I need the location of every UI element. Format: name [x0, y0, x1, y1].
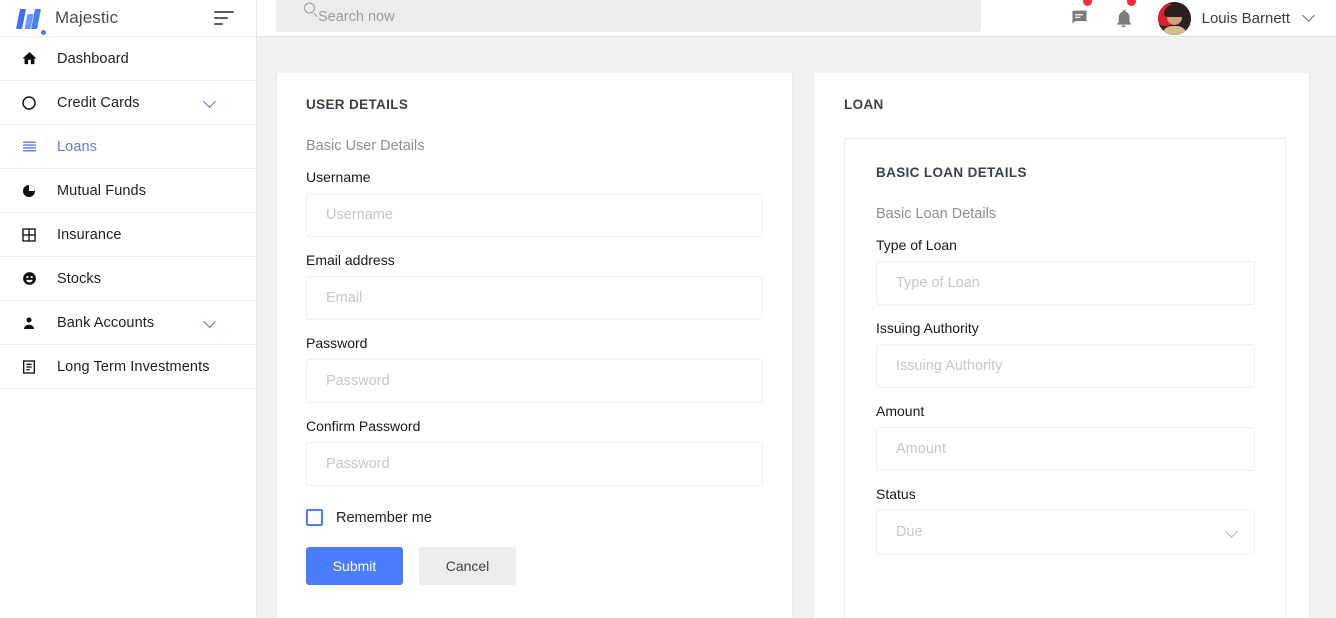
- sidebar-item-label: Bank Accounts: [57, 314, 155, 331]
- chevron-down-icon[interactable]: [203, 94, 216, 108]
- amount-input[interactable]: [876, 427, 1255, 471]
- header-actions: Louis Barnett: [1058, 0, 1315, 37]
- basic-loan-details-panel: BASIC LOAN DETAILS Basic Loan Details Ty…: [844, 138, 1286, 618]
- issuing-authority-field-group: Issuing Authority: [876, 320, 1255, 388]
- user-details-card: USER DETAILS Basic User Details Username…: [276, 73, 793, 618]
- sidebar: Majestic Dashboard Credit Cards Loans Mu…: [0, 0, 257, 618]
- search-input[interactable]: [318, 0, 925, 25]
- user-avatar: [1157, 2, 1191, 35]
- main-content: USER DETAILS Basic User Details Username…: [257, 38, 1336, 618]
- sidebar-item-label: Long Term Investments: [57, 358, 210, 375]
- username-input[interactable]: [306, 193, 763, 237]
- chevron-down-icon[interactable]: [1302, 9, 1315, 22]
- sidebar-item-label: Stocks: [57, 270, 102, 287]
- majestic-logo-icon: [16, 7, 41, 29]
- search-icon: [304, 2, 315, 14]
- circle-icon: [17, 91, 41, 115]
- sidebar-item-label: Credit Cards: [57, 94, 140, 111]
- type-of-loan-label: Type of Loan: [876, 237, 957, 253]
- sidebar-item-mutual-funds[interactable]: Mutual Funds: [0, 169, 256, 213]
- sidebar-item-label: Dashboard: [57, 50, 129, 67]
- sidebar-item-loans[interactable]: Loans: [0, 125, 256, 169]
- pie-chart-icon: [17, 179, 41, 203]
- sidebar-item-insurance[interactable]: Insurance: [0, 213, 256, 257]
- user-profile-menu[interactable]: Louis Barnett: [1157, 2, 1315, 35]
- message-badge: [1081, 0, 1093, 7]
- brand-header: Majestic: [0, 0, 256, 37]
- basic-loan-details-title: BASIC LOAN DETAILS: [876, 165, 1027, 180]
- loan-card: LOAN BASIC LOAN DETAILS Basic Loan Detai…: [813, 73, 1310, 618]
- email-field-group: Email address: [306, 252, 763, 320]
- sidebar-item-bank-accounts[interactable]: Bank Accounts: [0, 301, 256, 345]
- amount-label: Amount: [876, 403, 925, 419]
- issuing-authority-input[interactable]: [876, 344, 1255, 388]
- submit-button[interactable]: Submit: [306, 547, 403, 585]
- status-field-group: Status: [876, 486, 1255, 554]
- cancel-button[interactable]: Cancel: [419, 547, 516, 585]
- chat-message-icon[interactable]: [1058, 0, 1102, 37]
- logo-dot-icon: [41, 30, 46, 35]
- password-input[interactable]: [306, 359, 763, 403]
- remember-me-checkbox[interactable]: [306, 509, 323, 526]
- email-input[interactable]: [306, 276, 763, 320]
- top-header: Louis Barnett: [257, 0, 1336, 37]
- home-icon: [17, 47, 41, 71]
- sidebar-item-dashboard[interactable]: Dashboard: [0, 37, 256, 81]
- person-icon: [17, 311, 41, 335]
- loan-title: LOAN: [844, 97, 884, 112]
- user-name: Louis Barnett: [1201, 10, 1290, 27]
- basic-loan-details-subtitle: Basic Loan Details: [876, 206, 997, 222]
- brand-name: Majestic: [55, 8, 119, 27]
- password-field-group: Password: [306, 335, 763, 403]
- password-label: Password: [306, 335, 368, 351]
- confirm-password-input[interactable]: [306, 442, 763, 486]
- issuing-authority-label: Issuing Authority: [876, 320, 979, 336]
- form-actions: Submit Cancel: [306, 547, 763, 585]
- confirm-password-field-group: Confirm Password: [306, 418, 763, 486]
- search-bar[interactable]: [276, 0, 981, 32]
- sidebar-nav: Dashboard Credit Cards Loans Mutual Fund…: [0, 37, 256, 389]
- status-select[interactable]: [876, 510, 1255, 554]
- status-select-wrap: [876, 510, 1255, 554]
- sidebar-item-stocks[interactable]: Stocks: [0, 257, 256, 301]
- document-list-icon: [17, 355, 41, 379]
- hamburger-menu-icon[interactable]: [214, 11, 234, 25]
- grid-table-icon: [17, 223, 41, 247]
- email-label: Email address: [306, 252, 395, 268]
- type-of-loan-input[interactable]: [876, 261, 1255, 305]
- sidebar-item-credit-cards[interactable]: Credit Cards: [0, 81, 256, 125]
- bell-icon[interactable]: [1102, 0, 1146, 37]
- user-details-subtitle: Basic User Details: [306, 138, 425, 154]
- remember-me-row: Remember me: [306, 509, 763, 526]
- remember-me-label: Remember me: [336, 509, 432, 526]
- amount-field-group: Amount: [876, 403, 1255, 471]
- status-label: Status: [876, 486, 916, 502]
- confirm-password-label: Confirm Password: [306, 418, 421, 434]
- sidebar-item-label: Mutual Funds: [57, 182, 147, 199]
- username-label: Username: [306, 169, 371, 185]
- user-details-title: USER DETAILS: [306, 97, 409, 112]
- notification-badge: [1125, 0, 1137, 7]
- username-field-group: Username: [306, 169, 763, 237]
- sidebar-item-label: Insurance: [57, 226, 122, 243]
- sidebar-item-long-term-investments[interactable]: Long Term Investments: [0, 345, 256, 389]
- type-of-loan-field-group: Type of Loan: [876, 237, 1255, 305]
- smiley-face-icon: [17, 267, 41, 291]
- chevron-down-icon[interactable]: [203, 314, 216, 328]
- app-root: Majestic Dashboard Credit Cards Loans Mu…: [0, 0, 1336, 618]
- sidebar-item-label: Loans: [57, 138, 98, 155]
- list-lines-icon: [17, 135, 41, 159]
